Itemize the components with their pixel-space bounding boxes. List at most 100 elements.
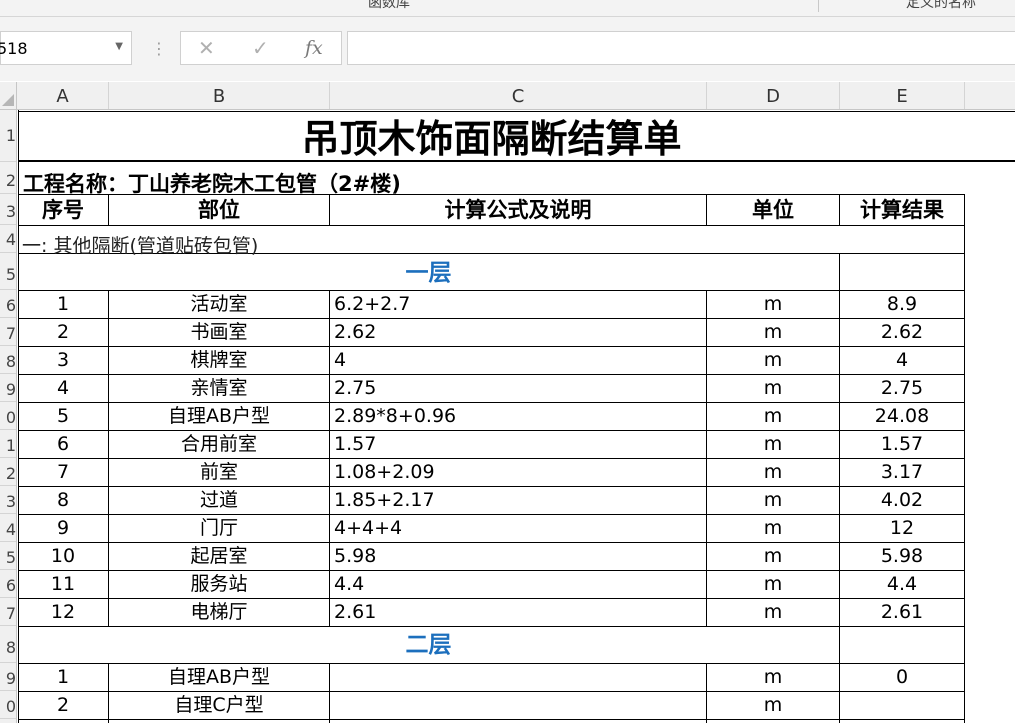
column-header-e[interactable]: E bbox=[840, 82, 965, 109]
row-part: 棋牌室 bbox=[190, 349, 248, 371]
row-no: 9 bbox=[56, 517, 70, 539]
column-header-row: A B C D E bbox=[0, 82, 1015, 110]
row-result: 5.98 bbox=[880, 545, 924, 567]
row-result: 2.61 bbox=[880, 601, 924, 623]
formula-bar: 518 ▼ ⋮ ✕ ✓ fx bbox=[0, 17, 1015, 81]
insert-function-icon[interactable]: fx bbox=[305, 37, 323, 59]
row-header[interactable]: 6 bbox=[0, 290, 16, 318]
row-header[interactable]: 1 bbox=[0, 430, 16, 458]
row-formula: 2.89*8+0.96 bbox=[334, 405, 457, 427]
row-formula: 2.62 bbox=[334, 321, 377, 343]
name-box-value: 518 bbox=[0, 39, 28, 58]
row-header[interactable]: 6 bbox=[0, 570, 16, 598]
row-part: 自理AB户型 bbox=[167, 405, 271, 427]
row-unit: m bbox=[763, 666, 783, 688]
row-result: 8.9 bbox=[886, 293, 918, 315]
grid-line bbox=[18, 570, 965, 571]
enter-icon[interactable]: ✓ bbox=[252, 36, 269, 60]
row-part: 起居室 bbox=[190, 545, 248, 567]
chevron-down-icon[interactable]: ▼ bbox=[115, 41, 123, 52]
grid-line bbox=[329, 663, 330, 723]
row-header[interactable]: 3 bbox=[0, 486, 16, 514]
row-header[interactable]: 2 bbox=[0, 458, 16, 486]
ribbon-group-function-library[interactable]: 函数库 bbox=[368, 0, 410, 12]
ribbon-separator bbox=[818, 0, 819, 12]
worksheet[interactable]: 吊顶木饰面隔断结算单 工程名称：丁山养老院木工包管（2#楼) 序号 部位 计算公… bbox=[18, 110, 1015, 723]
row-header[interactable]: 8 bbox=[0, 346, 16, 374]
grid-line bbox=[18, 663, 965, 664]
row-unit: m bbox=[763, 461, 783, 483]
row-result: 4.02 bbox=[880, 489, 924, 511]
row-header[interactable]: 5 bbox=[0, 542, 16, 570]
row-header[interactable]: 0 bbox=[0, 691, 16, 719]
row-part: 电梯厅 bbox=[190, 601, 248, 623]
column-header-b[interactable]: B bbox=[109, 82, 330, 109]
grid-line bbox=[18, 486, 965, 487]
row-formula: 2.75 bbox=[334, 377, 377, 399]
column-header-d[interactable]: D bbox=[707, 82, 840, 109]
formula-input[interactable] bbox=[347, 31, 1015, 65]
column-header-c[interactable]: C bbox=[330, 82, 707, 109]
row-header-column: 1 2 3 4 5 6 7 8 9 0 1 2 3 4 5 6 7 8 9 0 bbox=[0, 110, 17, 723]
project-name: 工程名称：丁山养老院木工包管（2#楼) bbox=[23, 172, 401, 196]
row-unit: m bbox=[763, 545, 783, 567]
header-formula: 计算公式及说明 bbox=[444, 198, 592, 222]
row-part: 自理AB户型 bbox=[167, 666, 271, 688]
row-header[interactable]: 4 bbox=[0, 514, 16, 542]
row-part: 活动室 bbox=[190, 293, 248, 315]
row-no: 11 bbox=[50, 573, 76, 595]
grid-line bbox=[18, 691, 965, 692]
row-header[interactable]: 9 bbox=[0, 663, 16, 691]
row-unit: m bbox=[763, 405, 783, 427]
row-unit: m bbox=[763, 293, 783, 315]
row-header[interactable]: 8 bbox=[0, 626, 16, 663]
grid-line bbox=[18, 290, 965, 291]
grid-line bbox=[18, 402, 965, 403]
grid-line bbox=[18, 514, 965, 515]
row-result: 4 bbox=[895, 349, 909, 371]
row-result: 0 bbox=[895, 666, 909, 688]
grid-line bbox=[18, 719, 965, 720]
drag-handle-icon[interactable]: ⋮ bbox=[151, 39, 167, 58]
select-all-button[interactable] bbox=[0, 82, 17, 109]
row-result: 2.75 bbox=[880, 377, 924, 399]
row-unit: m bbox=[763, 601, 783, 623]
row-part: 服务站 bbox=[190, 573, 248, 595]
row-header[interactable]: 0 bbox=[0, 402, 16, 430]
floor-heading: 一层 bbox=[405, 260, 452, 286]
column-header-a[interactable]: A bbox=[17, 82, 109, 109]
row-part: 合用前室 bbox=[180, 433, 257, 455]
formula-buttons: ✕ ✓ fx bbox=[180, 31, 342, 65]
row-result: 1.57 bbox=[880, 433, 924, 455]
row-header[interactable]: 5 bbox=[0, 253, 16, 290]
row-no: 12 bbox=[50, 601, 76, 623]
row-unit: m bbox=[763, 377, 783, 399]
row-header[interactable] bbox=[0, 719, 16, 723]
grid-line bbox=[18, 458, 965, 459]
row-no: 1 bbox=[56, 666, 70, 688]
row-header[interactable]: 9 bbox=[0, 374, 16, 402]
row-header[interactable]: 4 bbox=[0, 225, 16, 253]
row-no: 4 bbox=[56, 377, 70, 399]
row-header[interactable]: 7 bbox=[0, 318, 16, 346]
row-header[interactable]: 2 bbox=[0, 162, 16, 194]
cancel-icon[interactable]: ✕ bbox=[198, 36, 215, 60]
row-header[interactable]: 3 bbox=[0, 194, 16, 225]
row-result: 24.08 bbox=[874, 405, 930, 427]
row-no: 5 bbox=[56, 405, 70, 427]
grid-line bbox=[18, 318, 965, 319]
row-part: 过道 bbox=[199, 489, 238, 511]
row-formula: 2.61 bbox=[334, 601, 377, 623]
row-unit: m bbox=[763, 489, 783, 511]
ribbon-group-labels: 函数库 定义的名称 bbox=[0, 0, 1015, 17]
grid-line bbox=[18, 346, 965, 347]
name-box[interactable]: 518 ▼ bbox=[0, 31, 132, 65]
row-unit: m bbox=[763, 433, 783, 455]
ribbon-group-defined-names[interactable]: 定义的名称 bbox=[906, 0, 976, 12]
row-unit: m bbox=[763, 517, 783, 539]
row-no: 6 bbox=[56, 433, 70, 455]
row-part: 亲情室 bbox=[190, 377, 248, 399]
row-unit: m bbox=[763, 349, 783, 371]
row-header[interactable]: 1 bbox=[0, 110, 16, 162]
row-header[interactable]: 7 bbox=[0, 598, 16, 626]
